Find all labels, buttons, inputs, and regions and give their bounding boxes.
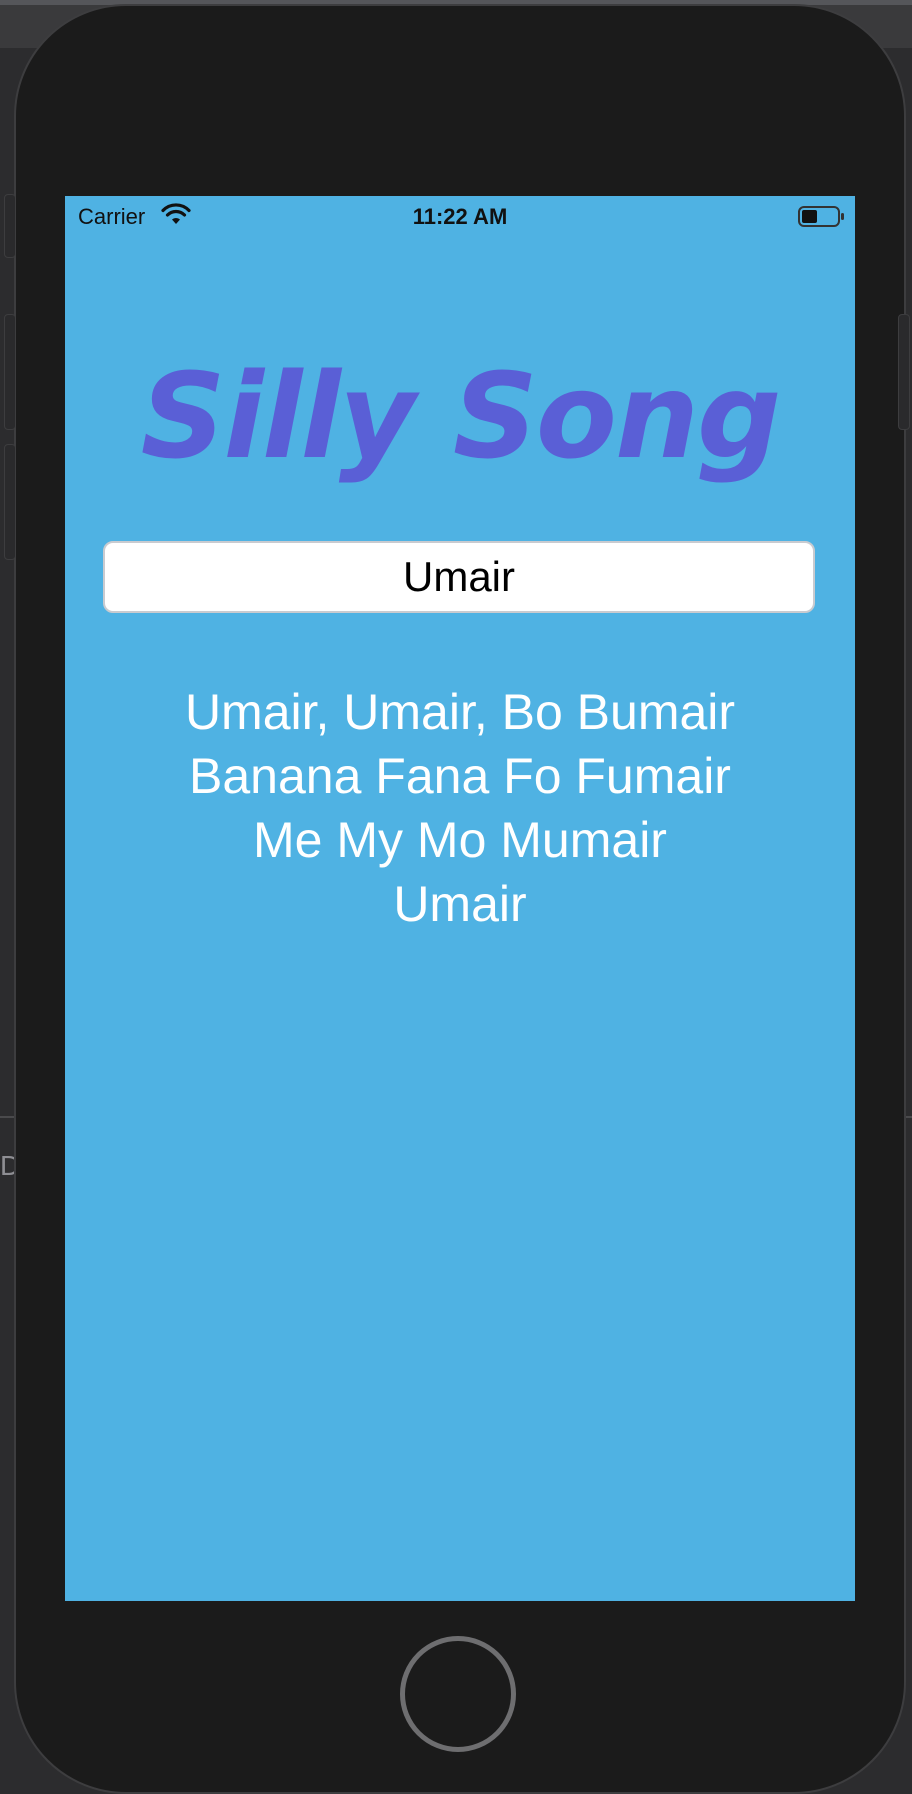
volume-up-button: [4, 314, 16, 430]
battery-icon: [798, 206, 844, 227]
background-edge-text: DE: [0, 1150, 14, 1181]
song-lyrics: Umair, Umair, Bo Bumair Banana Fana Fo F…: [65, 680, 855, 936]
app-screen: Carrier 11:22 AM Silly Song Umair, Umair…: [65, 196, 855, 1601]
home-button[interactable]: [400, 1636, 516, 1752]
status-bar: Carrier 11:22 AM: [65, 196, 855, 236]
lyric-line-4: Umair: [393, 876, 527, 932]
lyric-line-3: Me My Mo Mumair: [253, 812, 667, 868]
volume-down-button: [4, 444, 16, 560]
app-title: Silly Song: [140, 347, 782, 485]
lyric-line-2: Banana Fana Fo Fumair: [189, 748, 731, 804]
name-input[interactable]: [103, 541, 815, 613]
status-time: 11:22 AM: [412, 204, 508, 229]
lyric-line-1: Umair, Umair, Bo Bumair: [184, 684, 736, 740]
power-button: [898, 314, 910, 430]
mute-switch: [4, 194, 16, 258]
